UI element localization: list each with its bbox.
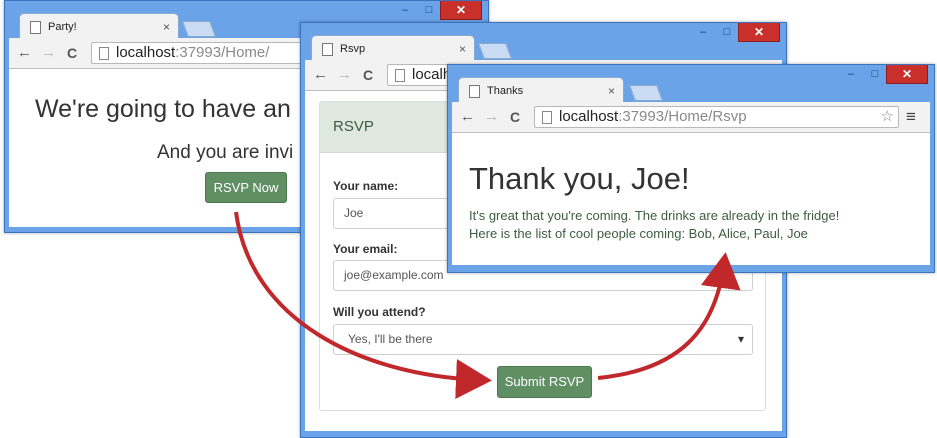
thanks-browser-window: – □ ✕ Thanks × ← → C localhost:37993/Hom… — [447, 64, 935, 273]
maximize-button[interactable]: □ — [864, 66, 886, 82]
name-label: Your name: — [333, 179, 399, 193]
new-tab-button[interactable] — [182, 21, 216, 37]
reload-icon[interactable]: C — [67, 44, 77, 62]
attendee-list: Here is the list of cool people coming: … — [469, 226, 808, 241]
tab-rsvp[interactable]: Rsvp × — [311, 35, 475, 61]
page-icon — [542, 111, 552, 124]
url-host: localhost — [559, 108, 619, 125]
minimize-button[interactable]: – — [840, 66, 862, 82]
tab-party[interactable]: Party! × — [19, 13, 179, 39]
attend-select[interactable]: Yes, I'll be there ▾ — [333, 324, 753, 355]
tab-close-icon[interactable]: × — [459, 36, 466, 62]
url-path: :37993/Home/Rsvp — [618, 108, 747, 125]
back-icon[interactable]: ← — [313, 66, 328, 84]
page-icon — [99, 47, 109, 60]
url-path: :37993/Home/ — [175, 44, 270, 61]
minimize-button[interactable]: – — [692, 24, 714, 40]
star-icon[interactable]: ☆ — [881, 107, 894, 127]
reload-icon[interactable]: C — [510, 108, 520, 126]
address-bar[interactable]: localhost:37993/Home/Rsvp ☆ — [534, 106, 899, 128]
menu-icon[interactable]: ≡ — [906, 108, 916, 126]
thanks-page-content: Thank you, Joe! It's great that you're c… — [452, 133, 930, 265]
maximize-button[interactable]: □ — [716, 24, 738, 40]
forward-icon[interactable]: → — [41, 44, 56, 62]
page-icon — [322, 43, 333, 56]
reload-icon[interactable]: C — [363, 66, 373, 84]
tab-title: Thanks — [487, 85, 524, 97]
forward-icon[interactable]: → — [484, 108, 499, 126]
submit-rsvp-button[interactable]: Submit RSVP — [497, 366, 592, 398]
back-icon[interactable]: ← — [460, 108, 475, 126]
attend-selected-value: Yes, I'll be there — [348, 332, 433, 346]
new-tab-button[interactable] — [478, 43, 512, 59]
tab-close-icon[interactable]: × — [608, 78, 615, 104]
thanks-message: It's great that you're coming. The drink… — [469, 208, 840, 223]
rsvp-now-button[interactable]: RSVP Now — [205, 172, 287, 203]
minimize-button[interactable]: – — [394, 2, 416, 18]
close-window-button[interactable]: ✕ — [440, 1, 482, 20]
url-host: localhost — [116, 44, 176, 61]
chevron-down-icon: ▾ — [737, 332, 744, 346]
forward-icon[interactable]: → — [337, 66, 352, 84]
page-icon — [469, 85, 480, 98]
tab-close-icon[interactable]: × — [163, 14, 170, 40]
tab-title: Rsvp — [340, 43, 366, 55]
tab-thanks[interactable]: Thanks × — [458, 77, 624, 103]
page-heading: We're going to have an — [35, 95, 291, 123]
page-icon — [395, 69, 405, 82]
close-window-button[interactable]: ✕ — [738, 23, 780, 42]
new-tab-button[interactable] — [629, 85, 663, 101]
back-icon[interactable]: ← — [17, 44, 32, 62]
attend-label: Will you attend? — [333, 305, 426, 319]
close-window-button[interactable]: ✕ — [886, 65, 928, 84]
tab-title: Party! — [48, 21, 77, 33]
page-subheading: And you are invi — [157, 142, 294, 163]
maximize-button[interactable]: □ — [418, 2, 440, 18]
panel-title: RSVP — [333, 118, 374, 135]
thanks-heading: Thank you, Joe! — [469, 161, 690, 196]
page-icon — [30, 21, 41, 34]
email-label: Your email: — [333, 242, 398, 256]
browser-toolbar: ← → C localhost:37993/Home/Rsvp ☆ ≡ — [452, 102, 930, 133]
